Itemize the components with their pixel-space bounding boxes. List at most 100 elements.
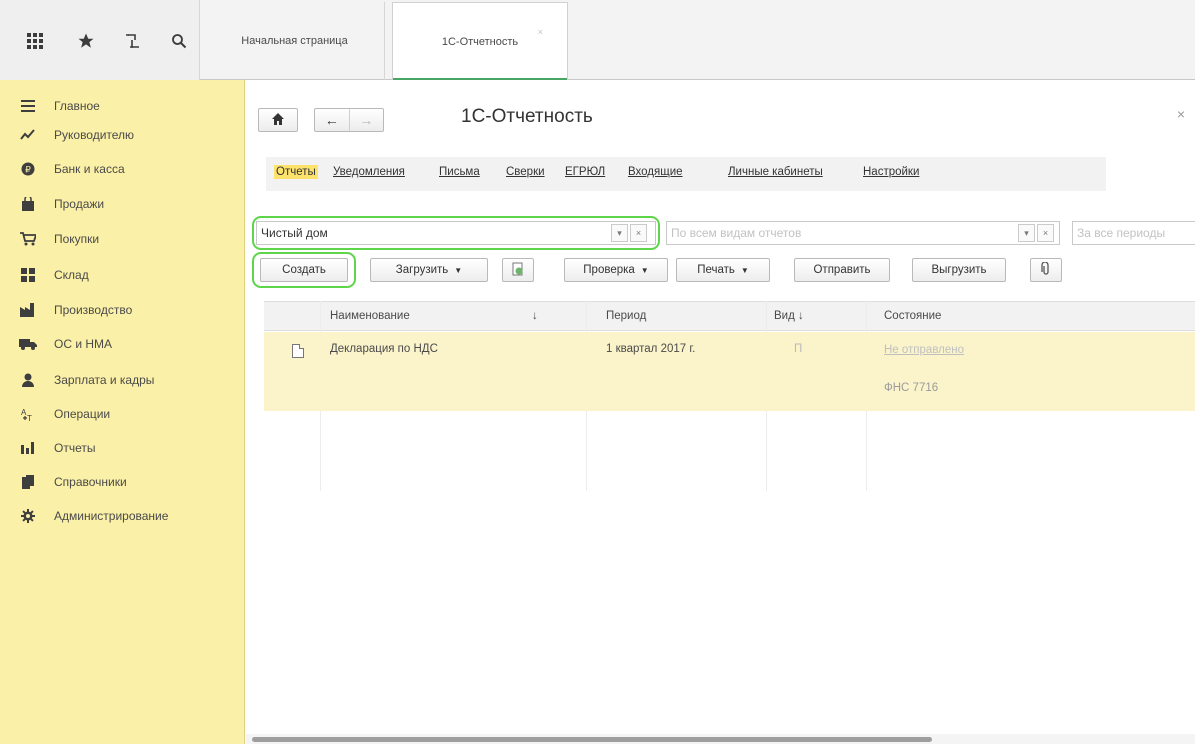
check-button[interactable]: Проверка ▼: [564, 258, 668, 282]
sidebar-item-administration[interactable]: Администрирование: [18, 504, 168, 528]
section-bar: Отчеты Уведомления Письма Сверки ЕГРЮЛ В…: [266, 157, 1106, 191]
top-icons-panel: [0, 0, 200, 80]
sidebar-item-label: Зарплата и кадры: [54, 373, 155, 387]
section-incoming[interactable]: Входящие: [628, 166, 683, 178]
row-period: 1 квартал 2017 г.: [606, 343, 696, 355]
section-settings[interactable]: Настройки: [863, 166, 919, 178]
sidebar-item-label: ОС и НМА: [54, 337, 113, 351]
chevron-down-icon: ▼: [740, 265, 749, 275]
export-button[interactable]: Выгрузить: [912, 258, 1006, 282]
report-kind-input[interactable]: [667, 222, 1059, 244]
sidebar-item-directories[interactable]: Справочники: [18, 470, 127, 494]
sidebar-item-label: Администрирование: [54, 509, 169, 523]
warehouse-icon: [18, 267, 38, 283]
dropdown-icon[interactable]: ▾: [611, 224, 628, 242]
sidebar-item-warehouse[interactable]: Склад: [18, 263, 89, 287]
refresh-doc-icon: [511, 262, 525, 279]
print-label: Печать: [697, 264, 735, 276]
tab-1c-reporting[interactable]: 1С-Отчетность ×: [392, 2, 568, 81]
organization-input[interactable]: [257, 222, 655, 244]
factory-icon: [18, 302, 38, 318]
scrollbar-thumb[interactable]: [252, 737, 932, 742]
shopping-bag-icon: [18, 196, 38, 212]
bank-icon: ₽: [18, 161, 38, 177]
bar-chart-icon: [18, 440, 38, 456]
apps-grid-icon[interactable]: [24, 30, 46, 52]
load-button[interactable]: Загрузить ▼: [370, 258, 488, 282]
period-input[interactable]: [1073, 222, 1195, 244]
sidebar-item-label: Руководителю: [54, 128, 135, 142]
column-status[interactable]: Состояние: [884, 310, 941, 322]
check-label: Проверка: [583, 264, 635, 276]
table-row[interactable]: Декларация по НДС 1 квартал 2017 г. П Не…: [264, 332, 1195, 411]
period-field[interactable]: [1072, 221, 1195, 245]
sidebar-item-main[interactable]: Главное: [18, 94, 100, 118]
sidebar-item-salary[interactable]: Зарплата и кадры: [18, 368, 154, 392]
section-notifications[interactable]: Уведомления: [333, 166, 405, 178]
send-button[interactable]: Отправить: [794, 258, 890, 282]
truck-icon: [18, 336, 38, 352]
svg-text:₽: ₽: [25, 165, 31, 175]
report-kind-field[interactable]: ▾ ×: [666, 221, 1060, 245]
column-name[interactable]: Наименование: [330, 310, 410, 322]
search-icon[interactable]: [168, 30, 190, 52]
sidebar-item-sales[interactable]: Продажи: [18, 192, 104, 216]
row-status-link[interactable]: Не отправлено: [884, 344, 964, 356]
sidebar-item-label: Банк и касса: [54, 162, 125, 176]
sidebar-item-production[interactable]: Производство: [18, 298, 132, 322]
sort-arrow-icon[interactable]: ↓: [532, 310, 538, 322]
sidebar-item-reports[interactable]: Отчеты: [18, 436, 95, 460]
clear-icon[interactable]: ×: [630, 224, 647, 242]
row-name: Декларация по НДС: [330, 343, 438, 355]
refresh-button[interactable]: [502, 258, 534, 282]
row-kind: П: [794, 343, 803, 355]
sort-arrow-icon[interactable]: ↓: [798, 310, 804, 322]
column-period[interactable]: Период: [606, 310, 646, 322]
svg-text:Т: Т: [27, 414, 32, 421]
sidebar-item-bank[interactable]: ₽ Банк и касса: [18, 157, 125, 181]
sidebar-item-operations[interactable]: АТ Операции: [18, 402, 110, 426]
print-button[interactable]: Печать ▼: [676, 258, 770, 282]
section-egrul[interactable]: ЕГРЮЛ: [565, 166, 605, 178]
main-content: ← → 1С-Отчетность × Отчеты Уведомления П…: [246, 80, 1195, 744]
sidebar-item-manager[interactable]: Руководителю: [18, 123, 134, 147]
section-letters[interactable]: Письма: [439, 166, 480, 178]
chevron-down-icon: ▼: [454, 265, 463, 275]
chart-trend-icon: [18, 127, 38, 143]
sidebar-item-label: Отчеты: [54, 441, 96, 455]
close-icon[interactable]: ×: [1177, 106, 1185, 122]
paperclip-icon: [1041, 260, 1051, 279]
column-kind[interactable]: Вид: [774, 310, 795, 322]
organization-field[interactable]: ▾ ×: [256, 221, 656, 245]
document-icon: [292, 344, 304, 358]
section-reports[interactable]: Отчеты: [274, 165, 318, 179]
tab-label: Начальная страница: [241, 35, 348, 47]
sidebar-item-purchases[interactable]: Покупки: [18, 227, 99, 251]
tab-home-page[interactable]: Начальная страница: [205, 2, 385, 80]
home-button[interactable]: [258, 108, 298, 132]
menu-lines-icon: [18, 98, 38, 114]
books-icon: [18, 474, 38, 490]
sidebar-item-fixed-assets[interactable]: ОС и НМА: [18, 332, 112, 356]
section-personal-accounts[interactable]: Личные кабинеты: [728, 166, 823, 178]
attach-button[interactable]: [1030, 258, 1062, 282]
sidebar-item-label: Продажи: [54, 197, 105, 211]
sidebar-item-label: Операции: [54, 407, 111, 421]
history-nav: ← →: [314, 108, 384, 132]
section-reconciliations[interactable]: Сверки: [506, 166, 545, 178]
clear-icon[interactable]: ×: [1037, 224, 1054, 242]
history-icon[interactable]: [122, 30, 144, 52]
sidebar-item-label: Склад: [54, 268, 89, 282]
tab-label: 1С-Отчетность: [441, 36, 519, 48]
dropdown-icon[interactable]: ▾: [1018, 224, 1035, 242]
back-button[interactable]: ←: [315, 109, 349, 131]
sidebar-item-label: Покупки: [54, 232, 100, 246]
horizontal-scrollbar[interactable]: [246, 734, 1195, 744]
home-icon: [272, 112, 284, 128]
star-icon[interactable]: [75, 30, 97, 52]
person-icon: [18, 372, 38, 388]
tab-close-icon[interactable]: ×: [538, 27, 543, 37]
forward-button[interactable]: →: [348, 109, 384, 131]
create-button[interactable]: Создать: [260, 258, 348, 282]
page-title: 1С-Отчетность: [461, 106, 593, 127]
